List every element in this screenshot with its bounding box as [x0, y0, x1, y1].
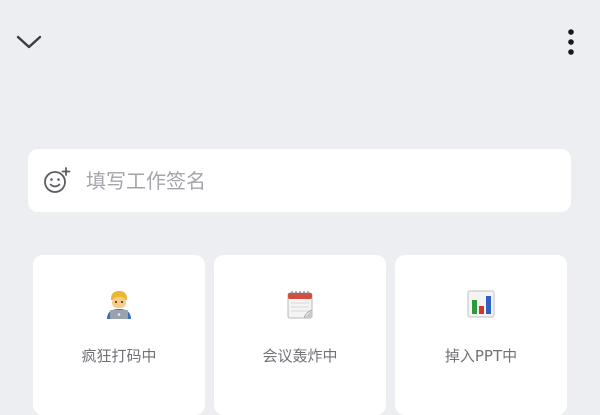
status-card-label: 疯狂打码中 [81, 347, 157, 365]
status-card-ppt[interactable]: 掉入PPT中 [395, 255, 567, 415]
add-emoji-button[interactable] [42, 166, 72, 196]
coder-emoji-icon [103, 288, 135, 320]
top-bar [0, 0, 600, 84]
collapse-button[interactable] [12, 26, 46, 58]
status-card-meeting[interactable]: 会议轰炸中 [214, 255, 386, 415]
status-card-coding[interactable]: 疯狂打码中 [33, 255, 205, 415]
add-emoji-icon [44, 166, 71, 193]
status-card-label: 会议轰炸中 [262, 347, 338, 365]
more-vertical-icon [568, 29, 574, 55]
bar-chart-emoji-icon [465, 288, 497, 320]
signature-field[interactable] [28, 149, 571, 212]
status-card-label: 掉入PPT中 [444, 347, 518, 365]
chevron-down-icon [16, 35, 42, 49]
calendar-emoji-icon [284, 288, 316, 320]
signature-input[interactable] [86, 160, 571, 201]
more-options-button[interactable] [556, 24, 586, 60]
